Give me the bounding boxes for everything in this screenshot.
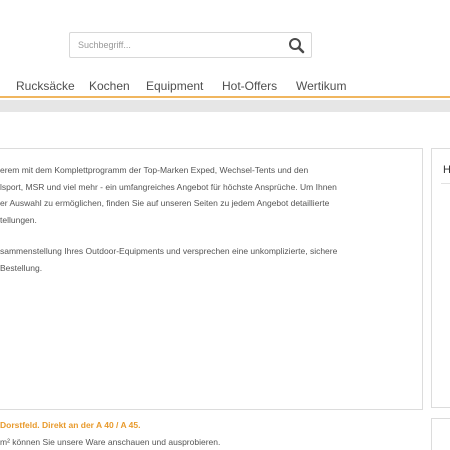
service-paragraph: sammenstellung Ihres Outdoor-Equipments … (0, 243, 337, 276)
main-navigation: Rucksäcke Kochen Equipment Hot-Offers We… (0, 68, 450, 98)
nav-item-rucksaecke[interactable]: Rucksäcke (16, 79, 75, 93)
search-icon[interactable] (288, 37, 305, 54)
sidebar-panel-secondary (431, 418, 450, 450)
nav-item-hot-offers[interactable]: Hot-Offers (222, 79, 277, 93)
intro-paragraph: erem mit dem Komplettprogramm der Top-Ma… (0, 162, 337, 228)
sidebar-divider (441, 183, 450, 184)
nav-item-kochen[interactable]: Kochen (89, 79, 130, 93)
intro-line: tellungen. (0, 214, 37, 225)
nav-item-wertikum[interactable]: Wertikum (296, 79, 346, 93)
sub-navigation-bar (0, 100, 450, 112)
search-input[interactable] (70, 33, 280, 57)
location-text: m² können Sie unsere Ware anschauen und … (0, 437, 221, 447)
location-heading: Dorstfeld. Direkt an der A 40 / A 45. (0, 420, 141, 430)
intro-line: lsport, MSR und viel mehr - ein umfangre… (0, 181, 337, 192)
service-line: sammenstellung Ihres Outdoor-Equipments … (0, 246, 338, 256)
sidebar-title: H (443, 164, 450, 176)
nav-item-equipment[interactable]: Equipment (146, 79, 203, 93)
intro-line: erem mit dem Komplettprogramm der Top-Ma… (0, 165, 309, 175)
page: Rucksäcke Kochen Equipment Hot-Offers We… (0, 0, 450, 450)
service-line: Bestellung. (0, 262, 43, 273)
search-box (69, 32, 312, 58)
intro-line: er Auswahl zu ermöglichen, finden Sie au… (0, 198, 330, 208)
sidebar-panel (431, 148, 450, 408)
